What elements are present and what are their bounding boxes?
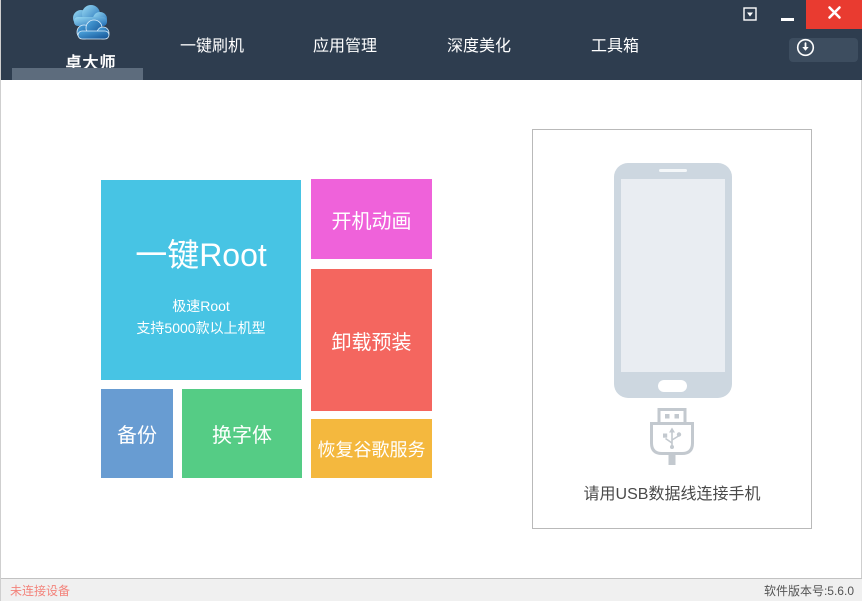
app-logo[interactable]: 卓大师: [56, 4, 126, 73]
nav-item-app-manage[interactable]: 应用管理: [300, 32, 390, 56]
usb-plug-icon: [650, 408, 694, 466]
minimize-icon[interactable]: [779, 10, 797, 24]
tile-uninstall-preinstalled[interactable]: 卸载预装: [311, 269, 432, 411]
header-bar: 卓大师 一键刷机 应用管理 深度美化 工具箱: [1, 0, 862, 80]
version-text: 软件版本号:5.6.0: [764, 582, 854, 599]
phone-speaker: [659, 169, 687, 172]
cloud-logo-icon: [64, 33, 118, 50]
phone-screen: [621, 179, 725, 372]
download-icon: [796, 38, 815, 62]
tile-restore-google-services[interactable]: 恢复谷歌服务: [311, 419, 432, 478]
usb-connect-prompt: 请用USB数据线连接手机: [533, 480, 811, 504]
nav-item-flash[interactable]: 一键刷机: [167, 32, 257, 56]
nav-item-beautify[interactable]: 深度美化: [434, 32, 524, 56]
smartphone-icon: [614, 163, 732, 398]
tile-one-key-root[interactable]: 一键Root 极速Root 支持5000款以上机型: [101, 180, 301, 380]
close-button[interactable]: [806, 0, 862, 29]
phone-home-button: [658, 380, 687, 392]
tile-boot-animation[interactable]: 开机动画: [311, 179, 432, 259]
device-connection-panel: 请用USB数据线连接手机: [532, 129, 812, 529]
status-bar: 未连接设备 软件版本号:5.6.0: [1, 578, 862, 601]
close-icon: [827, 5, 842, 25]
tile-change-font[interactable]: 换字体: [182, 389, 302, 478]
device-status-text: 未连接设备: [10, 582, 70, 599]
nav-item-toolbox[interactable]: 工具箱: [570, 32, 660, 56]
app-window: 卓大师 一键刷机 应用管理 深度美化 工具箱: [0, 0, 862, 601]
tile-backup[interactable]: 备份: [101, 389, 173, 478]
menu-dropdown-icon[interactable]: [743, 7, 758, 22]
minimize-bar: [781, 18, 794, 21]
tile-one-key-root-title: 一键Root: [135, 237, 267, 273]
tile-one-key-root-subtitle: 极速Root 支持5000款以上机型: [136, 295, 265, 339]
active-tab-indicator: [12, 68, 143, 80]
download-button[interactable]: [789, 38, 858, 62]
